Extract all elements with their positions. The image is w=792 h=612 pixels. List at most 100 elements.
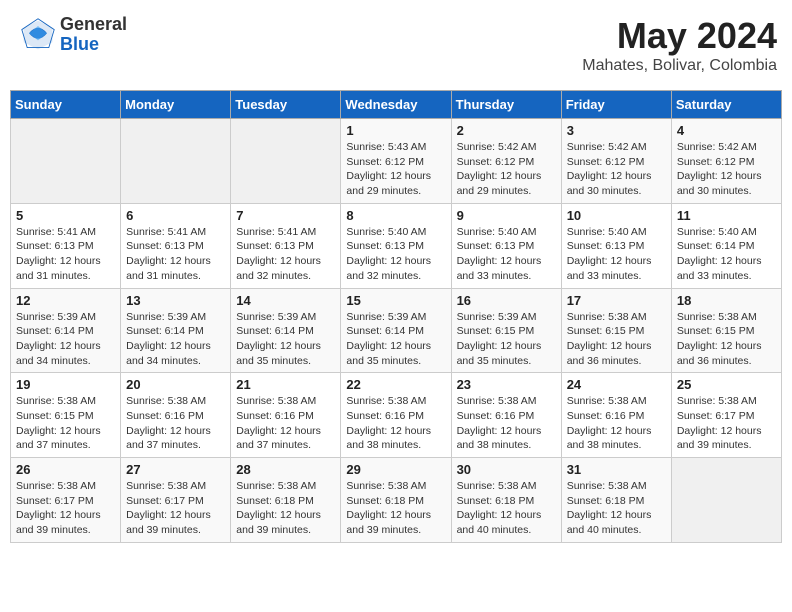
day-info: Sunrise: 5:38 AMSunset: 6:17 PMDaylight:… [16, 479, 115, 538]
calendar-day-3: 3 Sunrise: 5:42 AMSunset: 6:12 PMDaylight… [561, 119, 671, 204]
day-number: 15 [346, 293, 445, 308]
day-info: Sunrise: 5:38 AMSunset: 6:15 PMDaylight:… [16, 394, 115, 453]
day-number: 11 [677, 208, 776, 223]
day-info: Sunrise: 5:38 AMSunset: 6:17 PMDaylight:… [677, 394, 776, 453]
day-info: Sunrise: 5:40 AMSunset: 6:13 PMDaylight:… [567, 225, 666, 284]
day-info: Sunrise: 5:42 AMSunset: 6:12 PMDaylight:… [677, 140, 776, 199]
calendar-day-25: 25 Sunrise: 5:38 AMSunset: 6:17 PMDayligh… [671, 373, 781, 458]
calendar-day-27: 27Sunrise: 5:38 AMSunset: 6:17 PMDayligh… [121, 458, 231, 543]
calendar-day-11: 11 Sunrise: 5:40 AMSunset: 6:14 PMDayligh… [671, 203, 781, 288]
day-number: 6 [126, 208, 225, 223]
day-info: Sunrise: 5:39 AMSunset: 6:14 PMDaylight:… [126, 310, 225, 369]
day-header-monday: Monday [121, 91, 231, 119]
day-number: 27 [126, 462, 225, 477]
day-number: 31 [567, 462, 666, 477]
day-number: 8 [346, 208, 445, 223]
day-info: Sunrise: 5:43 AMSunset: 6:12 PMDaylight:… [346, 140, 445, 199]
day-info: Sunrise: 5:38 AMSunset: 6:16 PMDaylight:… [236, 394, 335, 453]
day-number: 30 [457, 462, 556, 477]
day-header-saturday: Saturday [671, 91, 781, 119]
day-info: Sunrise: 5:38 AMSunset: 6:16 PMDaylight:… [457, 394, 556, 453]
day-header-wednesday: Wednesday [341, 91, 451, 119]
day-number: 1 [346, 123, 445, 138]
day-number: 24 [567, 377, 666, 392]
day-number: 7 [236, 208, 335, 223]
day-info: Sunrise: 5:39 AMSunset: 6:14 PMDaylight:… [16, 310, 115, 369]
day-info: Sunrise: 5:38 AMSunset: 6:18 PMDaylight:… [457, 479, 556, 538]
calendar-day-28: 28Sunrise: 5:38 AMSunset: 6:18 PMDayligh… [231, 458, 341, 543]
calendar-day-21: 21 Sunrise: 5:38 AMSunset: 6:16 PMDayligh… [231, 373, 341, 458]
calendar-day-8: 8Sunrise: 5:40 AMSunset: 6:13 PMDaylight… [341, 203, 451, 288]
day-number: 26 [16, 462, 115, 477]
calendar-body: 1 Sunrise: 5:43 AMSunset: 6:12 PMDaylight… [11, 119, 782, 543]
day-number: 25 [677, 377, 776, 392]
day-number: 9 [457, 208, 556, 223]
day-number: 29 [346, 462, 445, 477]
logo-text: General Blue [60, 15, 127, 55]
day-info: Sunrise: 5:42 AMSunset: 6:12 PMDaylight:… [457, 140, 556, 199]
day-info: Sunrise: 5:38 AMSunset: 6:16 PMDaylight:… [126, 394, 225, 453]
day-info: Sunrise: 5:41 AMSunset: 6:13 PMDaylight:… [126, 225, 225, 284]
day-number: 14 [236, 293, 335, 308]
month-year-title: May 2024 [582, 15, 777, 57]
day-number: 3 [567, 123, 666, 138]
day-number: 17 [567, 293, 666, 308]
day-info: Sunrise: 5:39 AMSunset: 6:14 PMDaylight:… [346, 310, 445, 369]
calendar-day-13: 13 Sunrise: 5:39 AMSunset: 6:14 PMDayligh… [121, 288, 231, 373]
day-header-thursday: Thursday [451, 91, 561, 119]
logo: General Blue [20, 15, 127, 55]
page-header: General Blue May 2024 Mahates, Bolivar, … [10, 10, 782, 80]
day-header-friday: Friday [561, 91, 671, 119]
day-info: Sunrise: 5:42 AMSunset: 6:12 PMDaylight:… [567, 140, 666, 199]
day-number: 22 [346, 377, 445, 392]
day-info: Sunrise: 5:41 AMSunset: 6:13 PMDaylight:… [236, 225, 335, 284]
day-number: 5 [16, 208, 115, 223]
calendar-day-29: 29 Sunrise: 5:38 AMSunset: 6:18 PMDayligh… [341, 458, 451, 543]
calendar-week-5: 26 Sunrise: 5:38 AMSunset: 6:17 PMDayligh… [11, 458, 782, 543]
header-row: SundayMondayTuesdayWednesdayThursdayFrid… [11, 91, 782, 119]
day-info: Sunrise: 5:39 AMSunset: 6:14 PMDaylight:… [236, 310, 335, 369]
empty-cell [231, 119, 341, 204]
calendar-day-15: 15 Sunrise: 5:39 AMSunset: 6:14 PMDayligh… [341, 288, 451, 373]
calendar-day-30: 30 Sunrise: 5:38 AMSunset: 6:18 PMDayligh… [451, 458, 561, 543]
calendar-table: SundayMondayTuesdayWednesdayThursdayFrid… [10, 90, 782, 543]
day-info: Sunrise: 5:41 AMSunset: 6:13 PMDaylight:… [16, 225, 115, 284]
calendar-day-24: 24 Sunrise: 5:38 AMSunset: 6:16 PMDayligh… [561, 373, 671, 458]
calendar-day-14: 14 Sunrise: 5:39 AMSunset: 6:14 PMDayligh… [231, 288, 341, 373]
calendar-day-2: 2Sunrise: 5:42 AMSunset: 6:12 PMDaylight… [451, 119, 561, 204]
day-info: Sunrise: 5:40 AMSunset: 6:14 PMDaylight:… [677, 225, 776, 284]
day-header-sunday: Sunday [11, 91, 121, 119]
day-info: Sunrise: 5:38 AMSunset: 6:18 PMDaylight:… [346, 479, 445, 538]
day-number: 16 [457, 293, 556, 308]
calendar-day-31: 31 Sunrise: 5:38 AMSunset: 6:18 PMDayligh… [561, 458, 671, 543]
calendar-day-20: 20Sunrise: 5:38 AMSunset: 6:16 PMDayligh… [121, 373, 231, 458]
calendar-day-23: 23 Sunrise: 5:38 AMSunset: 6:16 PMDayligh… [451, 373, 561, 458]
calendar-day-19: 19Sunrise: 5:38 AMSunset: 6:15 PMDayligh… [11, 373, 121, 458]
day-number: 4 [677, 123, 776, 138]
day-number: 12 [16, 293, 115, 308]
day-info: Sunrise: 5:38 AMSunset: 6:18 PMDaylight:… [567, 479, 666, 538]
day-number: 23 [457, 377, 556, 392]
day-header-tuesday: Tuesday [231, 91, 341, 119]
calendar-week-4: 19Sunrise: 5:38 AMSunset: 6:15 PMDayligh… [11, 373, 782, 458]
day-info: Sunrise: 5:38 AMSunset: 6:16 PMDaylight:… [346, 394, 445, 453]
calendar-day-18: 18Sunrise: 5:38 AMSunset: 6:15 PMDayligh… [671, 288, 781, 373]
calendar-day-6: 6 Sunrise: 5:41 AMSunset: 6:13 PMDaylight… [121, 203, 231, 288]
empty-cell [121, 119, 231, 204]
calendar-day-1: 1 Sunrise: 5:43 AMSunset: 6:12 PMDaylight… [341, 119, 451, 204]
day-info: Sunrise: 5:40 AMSunset: 6:13 PMDaylight:… [457, 225, 556, 284]
title-block: May 2024 Mahates, Bolivar, Colombia [582, 15, 777, 75]
calendar-week-1: 1 Sunrise: 5:43 AMSunset: 6:12 PMDaylight… [11, 119, 782, 204]
calendar-day-5: 5 Sunrise: 5:41 AMSunset: 6:13 PMDaylight… [11, 203, 121, 288]
calendar-day-10: 10Sunrise: 5:40 AMSunset: 6:13 PMDayligh… [561, 203, 671, 288]
calendar-day-7: 7 Sunrise: 5:41 AMSunset: 6:13 PMDaylight… [231, 203, 341, 288]
day-info: Sunrise: 5:38 AMSunset: 6:18 PMDaylight:… [236, 479, 335, 538]
day-number: 18 [677, 293, 776, 308]
day-number: 21 [236, 377, 335, 392]
day-info: Sunrise: 5:39 AMSunset: 6:15 PMDaylight:… [457, 310, 556, 369]
day-number: 13 [126, 293, 225, 308]
day-info: Sunrise: 5:38 AMSunset: 6:16 PMDaylight:… [567, 394, 666, 453]
location-subtitle: Mahates, Bolivar, Colombia [582, 57, 777, 75]
empty-cell [11, 119, 121, 204]
calendar-day-4: 4 Sunrise: 5:42 AMSunset: 6:12 PMDaylight… [671, 119, 781, 204]
